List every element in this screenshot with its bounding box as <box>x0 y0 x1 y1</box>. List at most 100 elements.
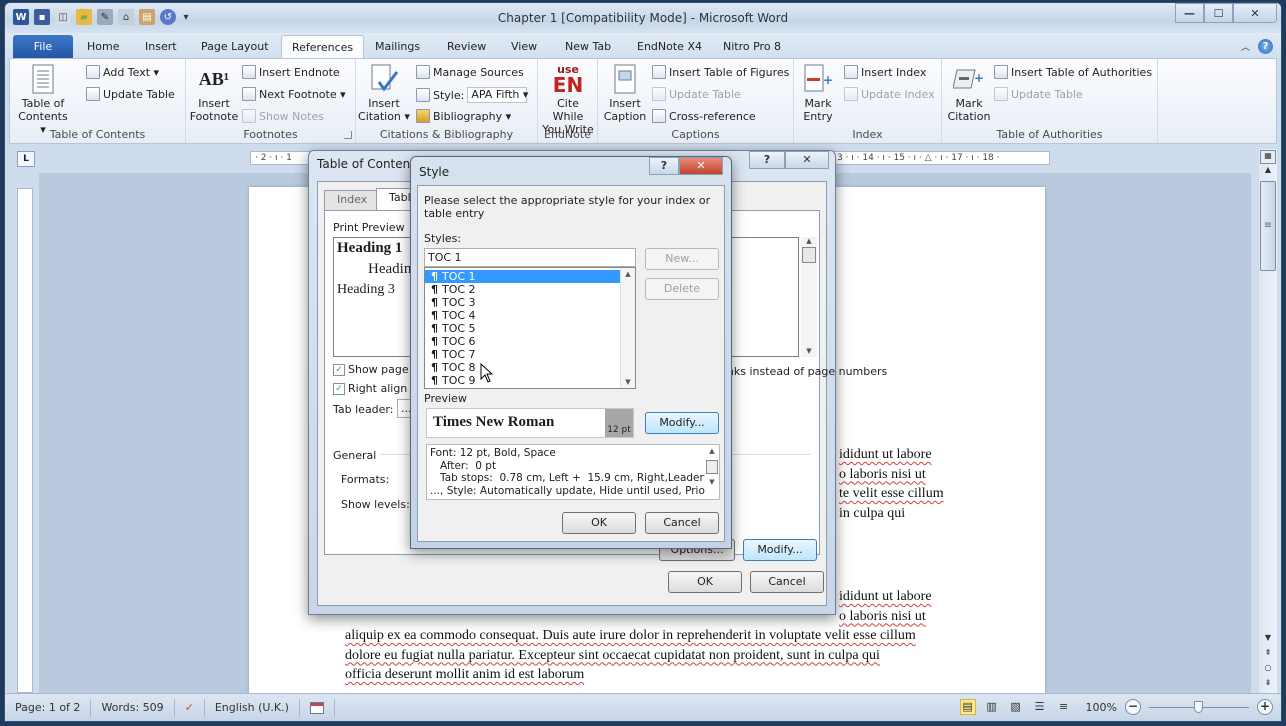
insert-citation-button[interactable]: Insert Citation ▾ <box>358 63 410 123</box>
style-list-item[interactable]: ¶ TOC 9 <box>425 374 635 387</box>
tab-file[interactable]: File <box>13 35 73 58</box>
paragraph-block-1: ididunt ut labore o laboris nisi ut te v… <box>839 445 944 523</box>
previous-page-icon[interactable]: ⇞ <box>1260 648 1276 662</box>
zoom-slider[interactable] <box>1149 699 1249 715</box>
insert-index-button[interactable]: Insert Index <box>844 65 926 79</box>
proofing-icon[interactable]: ✓ <box>175 698 205 717</box>
insert-endnote-button[interactable]: Insert Endnote <box>242 65 340 79</box>
table-of-contents-button[interactable]: Table of Contents ▾ <box>16 63 70 136</box>
next-footnote-button[interactable]: Next Footnote ▾ <box>242 87 346 101</box>
tab-nitro-pro[interactable]: Nitro Pro 8 <box>713 35 791 58</box>
update-table-figures-button[interactable]: Update Table <box>652 87 741 101</box>
scroll-down-button[interactable]: ▼ <box>1260 633 1276 647</box>
toc-help-button[interactable]: ? <box>749 151 785 169</box>
update-index-button[interactable]: Update Index <box>844 87 935 101</box>
style-list-item[interactable]: ¶ TOC 5 <box>425 322 635 335</box>
tab-view[interactable]: View <box>501 35 547 58</box>
style-list-item[interactable]: ¶ TOC 4 <box>425 309 635 322</box>
pilcrow-icon: ¶ <box>431 374 438 387</box>
style-cancel-button[interactable]: Cancel <box>645 512 719 534</box>
maximize-button[interactable]: ☐ <box>1204 3 1233 23</box>
manage-sources-button[interactable]: Manage Sources <box>416 65 524 79</box>
preview-font-size: 12 pt <box>605 409 633 437</box>
tab-home[interactable]: Home <box>77 35 129 58</box>
tab-review[interactable]: Review <box>437 35 496 58</box>
macro-record-icon[interactable] <box>300 698 335 717</box>
styles-list-scrollbar[interactable]: ▲ ▼ <box>620 268 635 388</box>
update-table-button[interactable]: Update Table <box>86 87 175 101</box>
insert-toa-button[interactable]: Insert Table of Authorities <box>994 65 1152 79</box>
style-list-item[interactable]: ¶ TOC 3 <box>425 296 635 309</box>
full-screen-reading-icon[interactable]: ▥ <box>984 699 1000 715</box>
zoom-level[interactable]: 100% <box>1086 701 1117 714</box>
close-button[interactable]: ✕ <box>1233 3 1277 23</box>
scroll-up-button[interactable]: ▲ <box>1260 165 1276 179</box>
select-browse-object-icon[interactable]: ○ <box>1260 663 1276 677</box>
page-count[interactable]: Page: 1 of 2 <box>5 698 92 717</box>
draft-view-icon[interactable]: ≡ <box>1056 699 1072 715</box>
style-help-button[interactable]: ? <box>649 157 679 175</box>
toc-cancel-button[interactable]: Cancel <box>750 571 824 593</box>
tab-endnote-x4[interactable]: EndNote X4 <box>627 35 712 58</box>
view-ruler-toggle-icon[interactable]: ▦ <box>1260 150 1276 164</box>
style-modify-button[interactable]: Modify... <box>645 412 719 434</box>
insert-footnote-button[interactable]: AB¹ Insert Footnote <box>188 63 240 124</box>
delete-style-button[interactable]: Delete <box>645 278 719 300</box>
minimize-ribbon-icon[interactable]: ︿ <box>1241 40 1250 53</box>
style-list-item[interactable]: ¶ TOC 1 <box>425 270 635 283</box>
bibliography-button[interactable]: Bibliography ▾ <box>416 109 511 123</box>
zoom-out-button[interactable]: − <box>1125 699 1141 715</box>
styles-listbox[interactable]: ¶ TOC 1 ¶ TOC 2 ¶ TOC 3 ¶ TOC 4 ¶ TOC 5 ¶ TOC 6 ¶ TOC… <box>424 267 636 389</box>
style-name-input[interactable]: TOC 1 <box>424 248 636 267</box>
style-list-item[interactable]: ¶ TOC 6 <box>425 335 635 348</box>
description-scrollbar[interactable]: ▲ ▼ <box>705 445 719 499</box>
insert-caption-button[interactable]: Insert Caption <box>600 63 650 123</box>
tab-mailings[interactable]: Mailings <box>365 35 430 58</box>
tab-new-tab[interactable]: New Tab <box>555 35 621 58</box>
caption-label-1: Insert <box>609 97 641 110</box>
outline-view-icon[interactable]: ☰ <box>1032 699 1048 715</box>
minimize-button[interactable]: — <box>1175 3 1204 23</box>
web-layout-icon[interactable]: ▧ <box>1008 699 1024 715</box>
doc-line: o laboris nisi ut <box>839 466 926 482</box>
show-notes-button[interactable]: Show Notes <box>242 109 324 123</box>
style-list-item[interactable]: ¶ TOC 2 <box>425 283 635 296</box>
cite-while-you-write-button[interactable]: use EN Cite While You Write <box>540 63 596 137</box>
zoom-slider-knob[interactable] <box>1194 701 1203 713</box>
vertical-scrollbar[interactable]: ▦ ▲ ≡ ▼ ⇞ ○ ⇟ <box>1259 149 1277 693</box>
update-toa-button[interactable]: Update Table <box>994 87 1083 101</box>
insert-table-of-figures-button[interactable]: Insert Table of Figures <box>652 65 789 79</box>
print-layout-view-icon[interactable]: ▤ <box>959 699 976 715</box>
web-preview-scrollbar[interactable]: ▲ ▼ <box>801 237 817 357</box>
cross-reference-button[interactable]: Cross-reference <box>652 109 756 123</box>
next-page-icon[interactable]: ⇟ <box>1260 678 1276 692</box>
zoom-in-button[interactable]: + <box>1257 699 1273 715</box>
mark-citation-button[interactable]: + Mark Citation <box>946 63 992 123</box>
tab-index[interactable]: Index <box>324 190 381 210</box>
toc-close-button[interactable]: ✕ <box>785 151 829 169</box>
add-text-icon <box>86 65 100 79</box>
mark-entry-button[interactable]: + Mark Entry <box>798 63 838 123</box>
add-text-button[interactable]: Add Text ▾ <box>86 65 159 79</box>
toc-modify-button[interactable]: Modify... <box>743 539 817 561</box>
toc-ok-button[interactable]: OK <box>668 571 742 593</box>
tab-insert[interactable]: Insert <box>135 35 187 58</box>
tab-page-layout[interactable]: Page Layout <box>191 35 279 58</box>
tab-selector[interactable]: L <box>17 151 35 167</box>
scroll-thumb[interactable]: ≡ <box>1260 181 1276 271</box>
insert-endnote-icon <box>242 65 256 79</box>
word-count[interactable]: Words: 509 <box>91 698 175 717</box>
style-list-item[interactable]: ¶ TOC 7 <box>425 348 635 361</box>
style-ok-button[interactable]: OK <box>562 512 636 534</box>
tab-references[interactable]: References <box>281 35 365 58</box>
toc-dialog-title: Table of Contents <box>317 157 422 171</box>
description-line: Font: 12 pt, Bold, Space <box>430 447 556 459</box>
new-style-button[interactable]: New... <box>645 248 719 270</box>
footnotes-dialog-launcher[interactable]: . <box>344 131 352 139</box>
style-list-item[interactable]: ¶ TOC 8 <box>425 361 635 374</box>
citation-style-select[interactable]: APA Fifth ▾ <box>467 87 528 103</box>
style-close-button[interactable]: ✕ <box>679 157 723 175</box>
endnote-icon-main: EN <box>552 72 584 97</box>
help-icon[interactable]: ? <box>1258 39 1273 54</box>
language[interactable]: English (U.K.) <box>205 698 300 717</box>
